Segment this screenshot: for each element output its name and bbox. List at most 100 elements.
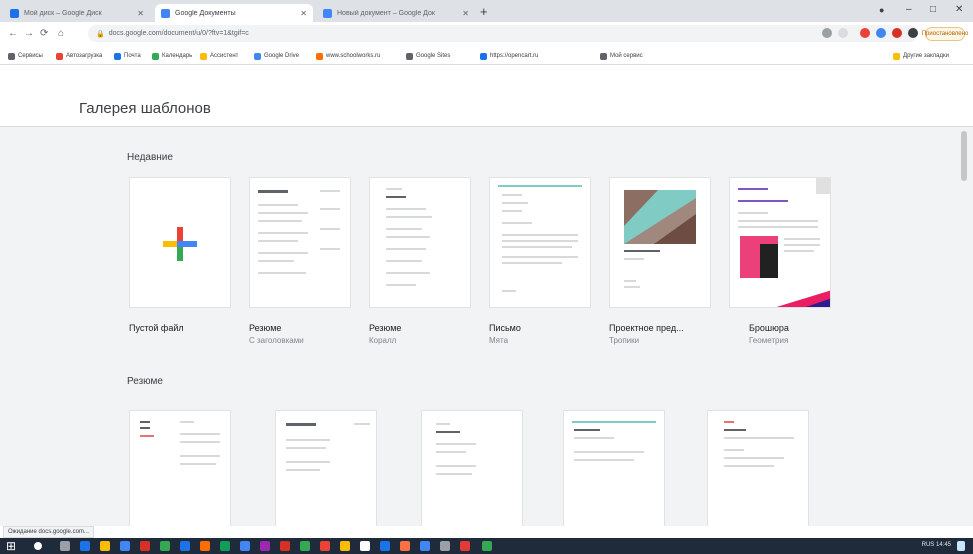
template-card-resume-coral[interactable] (369, 177, 471, 308)
drive-icon (254, 52, 261, 60)
bookmark-item[interactable]: Google Sites (406, 50, 450, 62)
template-card-blank[interactable] (129, 177, 231, 308)
task-view-icon[interactable] (60, 541, 70, 551)
taskbar-app-icon[interactable] (300, 541, 310, 551)
scrollbar[interactable] (961, 131, 967, 181)
taskbar-app-icon[interactable] (380, 541, 390, 551)
tab-title: Мой диск – Google Диск (24, 9, 102, 17)
taskbar-app-icon[interactable] (400, 541, 410, 551)
template-card-resume-serif[interactable] (249, 177, 351, 308)
taskbar-app-icon[interactable] (460, 541, 470, 551)
bookmark-item[interactable]: Мой сервис (600, 50, 643, 62)
close-window-button[interactable]: ✕ (955, 5, 963, 15)
bookmark-item[interactable]: Сервисы (8, 50, 43, 62)
tab-google-docs[interactable]: Google Документы ✕ (155, 4, 313, 22)
address-bar[interactable]: 🔒 docs.google.com/document/u/0/?ftv=1&tg… (88, 25, 918, 42)
bookmark-item[interactable]: Автозагрузка (56, 50, 102, 62)
status-bar: Ожидание docs.google.com... (3, 526, 94, 538)
home-button[interactable]: ⌂ (58, 29, 64, 39)
extension-blue-icon[interactable] (876, 28, 886, 38)
tab-new-document[interactable]: Новый документ – Google Док ✕ (317, 4, 475, 22)
template-card[interactable] (707, 410, 809, 526)
bookmark-favicon-icon (600, 52, 607, 60)
template-card[interactable] (563, 410, 665, 526)
taskbar-app-icon[interactable] (180, 541, 190, 551)
profile-paused-button[interactable]: Приостановлено (922, 27, 968, 41)
bookmark-star-icon[interactable] (838, 28, 848, 38)
template-name[interactable]: Резюме (369, 323, 401, 333)
windows-start-icon[interactable]: ⊞ (6, 539, 16, 553)
browser-toolbar: ← → ⟳ ⌂ 🔒 docs.google.com/document/u/0/?… (0, 22, 973, 47)
tab-my-drive[interactable]: Мой диск – Google Диск ✕ (4, 4, 150, 22)
tray-clock[interactable]: RUS 14:45 (922, 542, 951, 548)
extensions-puzzle-icon[interactable] (908, 28, 918, 38)
taskbar-app-icon[interactable] (200, 541, 210, 551)
back-button[interactable]: ← (8, 29, 18, 39)
notification-icon[interactable] (957, 541, 965, 551)
template-subtitle: Тропики (609, 336, 640, 345)
other-bookmarks[interactable]: Другие закладки (893, 50, 949, 62)
template-gallery: Недавние Пустой файл Резюме С заголовкам… (0, 127, 973, 526)
template-name[interactable]: Пустой файл (129, 323, 184, 333)
taskbar-app-icon[interactable] (340, 541, 350, 551)
template-card[interactable] (275, 410, 377, 526)
taskbar-app-icon[interactable] (220, 541, 230, 551)
taskbar: ⊞ RUS 14:45 (0, 538, 973, 554)
taskbar-app-icon[interactable] (420, 541, 430, 551)
page-header: Галерея шаблонов (0, 65, 973, 127)
tab-title: Google Документы (175, 9, 236, 17)
template-name[interactable]: Брошюра (749, 323, 789, 333)
taskbar-app-icon[interactable] (440, 541, 450, 551)
new-tab-button[interactable]: + (480, 5, 488, 18)
extension-red-icon[interactable] (860, 28, 870, 38)
extension-shield-icon[interactable] (892, 28, 902, 38)
template-subtitle: С заголовками (249, 336, 304, 345)
taskbar-app-icon[interactable] (260, 541, 270, 551)
bookmark-item[interactable]: Почта (114, 50, 141, 62)
zoom-icon[interactable] (822, 28, 832, 38)
bookmarks-bar: Сервисы Автозагрузка Почта Календарь Асс… (0, 47, 973, 65)
template-subtitle: Геометрия (749, 336, 789, 345)
bookmark-item[interactable]: Календарь (152, 50, 192, 62)
template-card-project-proposal-tropical[interactable] (609, 177, 711, 308)
minimize-button[interactable]: – (906, 5, 912, 15)
forward-button[interactable]: → (24, 29, 34, 39)
taskbar-app-icon[interactable] (140, 541, 150, 551)
bookmark-item[interactable]: www.schoolworks.ru (316, 50, 380, 62)
taskbar-app-icon[interactable] (100, 541, 110, 551)
maximize-button[interactable]: □ (930, 5, 936, 15)
lock-icon: 🔒 (96, 30, 105, 38)
taskbar-app-icon[interactable] (240, 541, 250, 551)
bookmark-favicon-icon (480, 52, 487, 60)
calendar-icon (152, 52, 159, 60)
bookmark-favicon-icon (316, 52, 323, 60)
reload-button[interactable]: ⟳ (40, 29, 48, 39)
taskbar-app-icon[interactable] (360, 541, 370, 551)
template-name[interactable]: Резюме (249, 323, 281, 333)
taskbar-app-icon[interactable] (280, 541, 290, 551)
mail-icon (114, 52, 121, 60)
template-card-letter-mint[interactable] (489, 177, 591, 308)
account-icon[interactable]: ● (879, 5, 884, 15)
template-card[interactable] (421, 410, 523, 526)
bookmark-item[interactable]: Ассистент (200, 50, 238, 62)
browser-tab-strip: Мой диск – Google Диск ✕ Google Документ… (0, 0, 973, 22)
search-icon[interactable] (34, 542, 42, 550)
taskbar-app-icon[interactable] (80, 541, 90, 551)
close-tab-icon[interactable]: ✕ (137, 9, 144, 18)
template-name[interactable]: Письмо (489, 323, 521, 333)
taskbar-app-icon[interactable] (320, 541, 330, 551)
close-tab-icon[interactable]: ✕ (462, 9, 469, 18)
close-tab-icon[interactable]: ✕ (300, 9, 307, 18)
taskbar-app-icon[interactable] (120, 541, 130, 551)
template-name[interactable]: Проектное пред... (609, 323, 684, 333)
docs-icon (161, 8, 170, 18)
template-card[interactable] (129, 410, 231, 526)
section-title-resume: Резюме (127, 376, 163, 387)
page-title: Галерея шаблонов (79, 100, 211, 117)
bookmark-item[interactable]: https://opencart.ru (480, 50, 538, 62)
taskbar-app-icon[interactable] (160, 541, 170, 551)
template-card-brochure-geometric[interactable] (729, 177, 831, 308)
taskbar-app-icon[interactable] (482, 541, 492, 551)
bookmark-item[interactable]: Google Drive (254, 50, 299, 62)
